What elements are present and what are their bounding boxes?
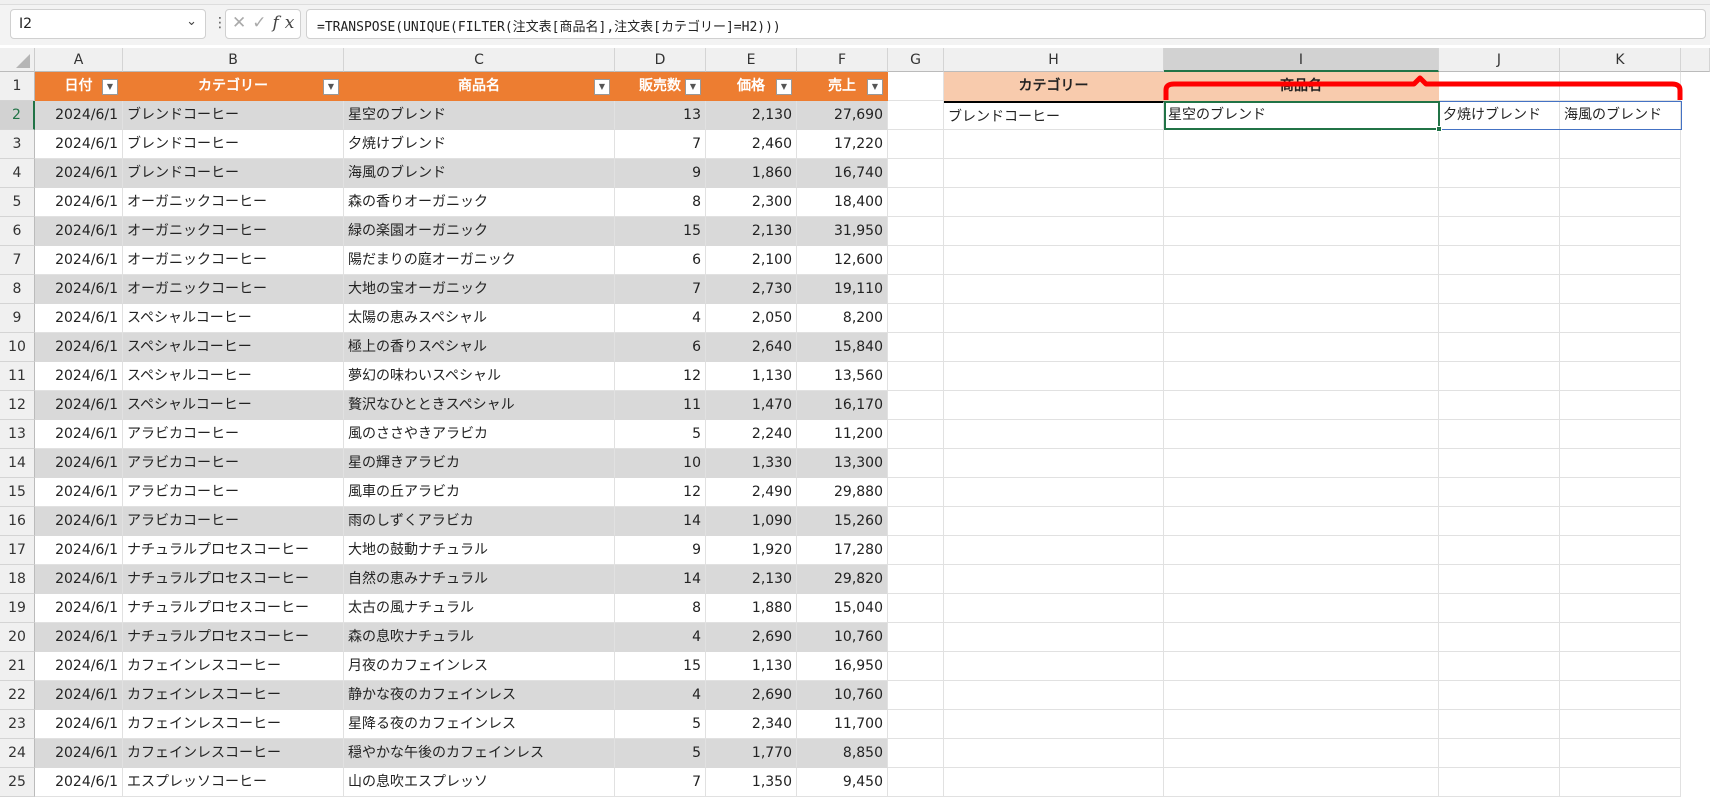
annotation-bracket (1163, 75, 1683, 100)
